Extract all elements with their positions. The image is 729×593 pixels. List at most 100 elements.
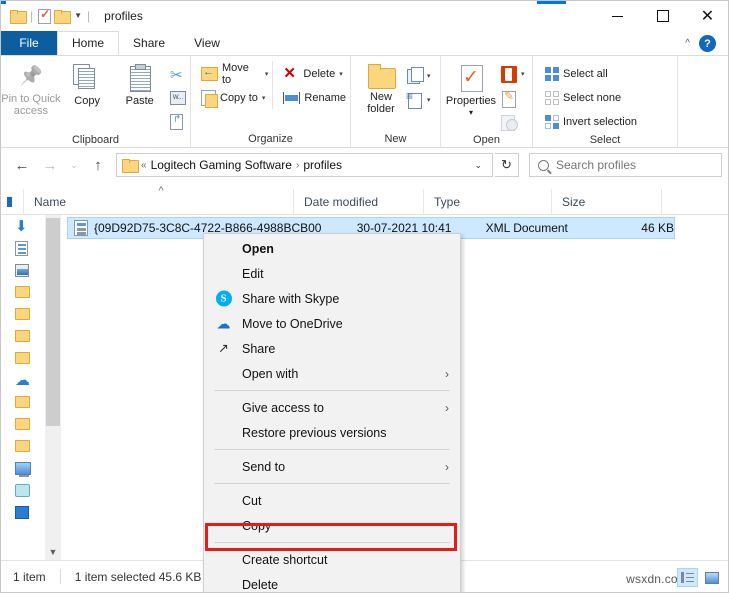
breadcrumb-item-logitech[interactable]: Logitech Gaming Software bbox=[151, 158, 292, 172]
new-group-label: New bbox=[384, 133, 407, 145]
status-divider bbox=[59, 569, 61, 584]
copy-button[interactable]: Copy bbox=[61, 61, 114, 107]
easy-access-button[interactable]: ▾ bbox=[403, 89, 435, 111]
up-button[interactable]: ↑ bbox=[85, 152, 111, 178]
select-none-label: Select none bbox=[563, 92, 622, 104]
menu-item-create-shortcut[interactable]: Create shortcut bbox=[204, 547, 460, 572]
new-folder-icon[interactable] bbox=[54, 10, 72, 24]
pin-to-quick-access-button[interactable]: Pin to Quick access bbox=[1, 61, 61, 117]
chevron-down-icon[interactable]: ⌄ bbox=[467, 160, 489, 171]
menu-item-send-to[interactable]: Send to › bbox=[204, 454, 460, 479]
properties-button[interactable]: Properties ▾ bbox=[445, 61, 497, 119]
delete-caret-icon[interactable]: ▾ bbox=[339, 70, 343, 78]
menu-item-label: Give access to bbox=[242, 400, 324, 415]
copy-label: Copy bbox=[74, 95, 100, 107]
tab-share[interactable]: Share bbox=[119, 31, 179, 55]
chevron-down-icon[interactable]: ▼ bbox=[74, 12, 82, 20]
recent-locations-button[interactable]: ⌄ bbox=[65, 152, 83, 178]
accent-stripe-left bbox=[1, 1, 6, 4]
properties-caret-icon[interactable]: ▾ bbox=[469, 107, 473, 119]
paste-button[interactable]: Paste bbox=[113, 61, 166, 107]
easy-access-caret-icon[interactable]: ▾ bbox=[427, 96, 431, 104]
select-all-button[interactable]: Select all bbox=[541, 63, 641, 85]
breadcrumb-overflow[interactable]: « bbox=[141, 160, 147, 171]
edit-button[interactable] bbox=[497, 87, 529, 109]
column-header-date-modified[interactable]: Date modified bbox=[294, 188, 424, 215]
select-none-button[interactable]: Select none bbox=[541, 87, 641, 109]
chevron-right-icon: › bbox=[445, 400, 449, 415]
copy-to-caret-icon[interactable]: ▾ bbox=[262, 94, 266, 102]
properties-icon[interactable] bbox=[38, 7, 52, 24]
search-box[interactable]: Search profiles bbox=[529, 153, 722, 177]
navigation-scrollbar[interactable]: ▼ bbox=[45, 215, 61, 560]
new-item-button[interactable]: ▾ bbox=[403, 65, 435, 87]
pin-label-line1: Pin to Quick bbox=[1, 93, 61, 105]
ribbon-group-select: Select all Select none Invert selection … bbox=[533, 56, 678, 148]
menu-item-share[interactable]: ↗ Share bbox=[204, 336, 460, 361]
office-open-icon bbox=[501, 65, 517, 83]
new-item-caret-icon[interactable]: ▾ bbox=[427, 72, 431, 80]
menu-item-edit[interactable]: Edit bbox=[204, 261, 460, 286]
pin-icon bbox=[18, 64, 44, 90]
tab-file[interactable]: File bbox=[1, 31, 57, 55]
scroll-down-icon[interactable]: ▼ bbox=[45, 543, 61, 560]
office-caret-icon[interactable]: ▾ bbox=[521, 70, 525, 78]
menu-item-share-with-skype[interactable]: S Share with Skype bbox=[204, 286, 460, 311]
open-with-office-button[interactable]: ▾ bbox=[497, 63, 529, 85]
tab-view[interactable]: View bbox=[179, 31, 235, 55]
copy-to-button[interactable]: Copy to ▾ bbox=[197, 87, 272, 109]
large-icons-view-button[interactable] bbox=[701, 568, 722, 587]
clipboard-small-buttons: W... bbox=[166, 61, 190, 133]
invert-selection-button[interactable]: Invert selection bbox=[541, 111, 641, 133]
rename-button[interactable]: Rename bbox=[279, 87, 350, 109]
forward-button[interactable]: → bbox=[37, 152, 63, 178]
this-pc-icon bbox=[15, 461, 31, 477]
minimize-button[interactable] bbox=[595, 1, 640, 31]
delete-button[interactable]: ✕ Delete ▾ bbox=[279, 63, 350, 85]
column-header-name[interactable]: Name bbox=[24, 185, 294, 215]
new-folder-label-line1: New bbox=[369, 91, 392, 103]
menu-item-copy[interactable]: Copy bbox=[204, 513, 460, 538]
menu-item-open-with[interactable]: Open with › bbox=[204, 361, 460, 386]
menu-item-label: Share with Skype bbox=[242, 291, 340, 306]
column-header-gutter[interactable] bbox=[1, 188, 24, 215]
delete-label: Delete bbox=[303, 68, 336, 80]
menu-item-give-access-to[interactable]: Give access to › bbox=[204, 395, 460, 420]
ribbon-group-new: New folder ▾ ▾ New bbox=[351, 56, 441, 148]
column-header-size[interactable]: Size bbox=[552, 188, 662, 215]
history-button[interactable] bbox=[497, 111, 529, 133]
breadcrumb-item-profiles[interactable]: profiles bbox=[303, 158, 342, 172]
menu-item-label: Cut bbox=[242, 493, 262, 508]
ribbon-tabs: File Home Share View bbox=[1, 31, 728, 56]
menu-item-restore-previous-versions[interactable]: Restore previous versions bbox=[204, 420, 460, 445]
search-icon bbox=[538, 159, 549, 171]
pictures-icon bbox=[15, 263, 29, 277]
folder-icon[interactable] bbox=[10, 10, 27, 24]
properties-icon bbox=[457, 64, 485, 92]
close-button[interactable]: ✕ bbox=[685, 1, 728, 31]
details-view-button[interactable] bbox=[677, 568, 698, 587]
scrollbar-thumb[interactable] bbox=[46, 218, 60, 426]
address-input[interactable]: « Logitech Gaming Software › profiles ⌄ bbox=[116, 153, 493, 177]
maximize-button[interactable] bbox=[640, 1, 685, 31]
move-to-caret-icon[interactable]: ▾ bbox=[265, 70, 269, 78]
collapse-ribbon-icon[interactable]: ^ bbox=[685, 38, 690, 49]
copy-path-button[interactable]: W... bbox=[166, 87, 190, 109]
help-icon[interactable]: ? bbox=[699, 35, 716, 52]
paste-shortcut-button[interactable] bbox=[166, 111, 190, 133]
menu-item-move-to-onedrive[interactable]: ☁ Move to OneDrive bbox=[204, 311, 460, 336]
view-buttons bbox=[677, 568, 722, 587]
column-header-type[interactable]: Type bbox=[424, 188, 552, 215]
menu-item-delete[interactable]: Delete bbox=[204, 572, 460, 592]
back-button[interactable]: ← bbox=[9, 152, 35, 178]
refresh-button[interactable]: ↻ bbox=[495, 153, 519, 177]
menu-item-cut[interactable]: Cut bbox=[204, 488, 460, 513]
tab-home[interactable]: Home bbox=[57, 31, 120, 55]
menu-item-open[interactable]: Open bbox=[204, 236, 460, 261]
folder-icon bbox=[15, 396, 30, 408]
new-folder-button[interactable]: New folder bbox=[359, 61, 403, 115]
cut-button[interactable] bbox=[166, 63, 190, 85]
onedrive-icon: ☁ bbox=[216, 315, 231, 332]
search-input[interactable]: Search profiles bbox=[556, 158, 636, 172]
move-to-button[interactable]: Move to ▾ bbox=[197, 62, 272, 86]
